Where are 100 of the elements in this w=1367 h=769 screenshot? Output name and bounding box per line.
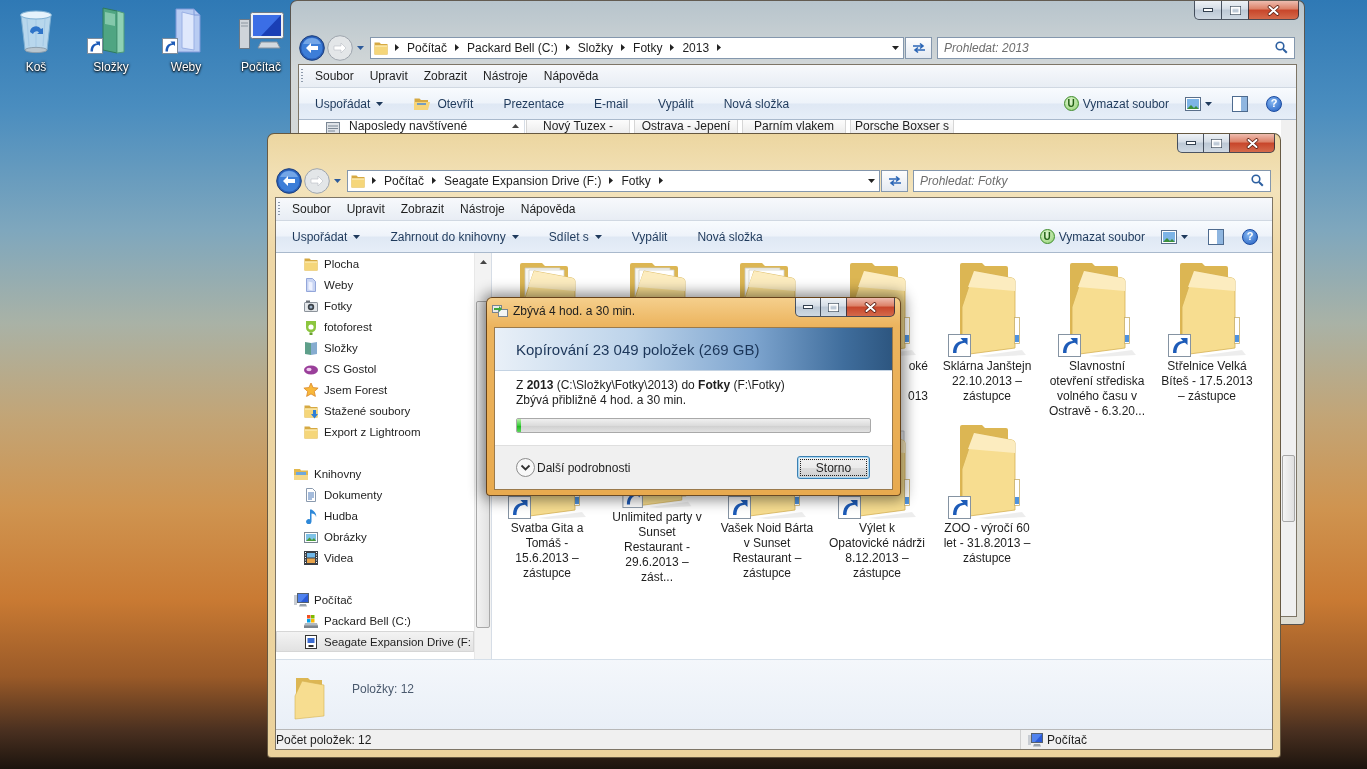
desktop-item[interactable]: Složky (82, 6, 140, 74)
menu-item[interactable]: Soubor (307, 69, 362, 83)
details-toggle[interactable]: Další podrobnosti (516, 458, 631, 477)
breadcrumb-item[interactable]: Počítač (405, 40, 450, 55)
breadcrumb-arrow-icon[interactable] (670, 44, 675, 51)
toolbar-button[interactable]: Prezentace (488, 91, 580, 116)
folder-shortcut-icon[interactable] (1058, 261, 1136, 357)
minimize-button[interactable] (1194, 1, 1221, 20)
nav-item[interactable]: Naposledy navštívené (299, 120, 507, 133)
breadcrumb-item[interactable]: Složky (575, 40, 616, 55)
split-panel-icon[interactable] (1208, 228, 1224, 245)
nav-item[interactable]: Weby (276, 274, 474, 295)
breadcrumb-item[interactable]: Packard Bell (C:) (465, 40, 560, 55)
close-button[interactable] (846, 298, 895, 317)
nav-item[interactable]: fotoforest (276, 316, 474, 337)
minimize-button[interactable] (1177, 134, 1203, 153)
scroll-up-arrow-icon[interactable] (479, 259, 487, 264)
search-field[interactable]: Prohledat: Fotky (913, 169, 1271, 192)
folder-name[interactable]: 013 (907, 389, 928, 404)
breadcrumb-item[interactable]: Seagate Expansion Drive (F:) (442, 173, 604, 188)
search-icon[interactable] (1275, 41, 1288, 54)
folder-shortcut-icon[interactable] (1168, 261, 1246, 357)
nav-item[interactable]: Jsem Forest (276, 379, 474, 400)
folder-name[interactable]: Svatba Gita a Tomáš - 15.6.2013 – zástupce (498, 521, 596, 581)
menu-item[interactable]: Upravit (338, 202, 393, 216)
breadcrumb-arrow-icon[interactable] (658, 177, 663, 184)
address-bar[interactable]: Počítač Seagate Expansion Drive (F:) Fotky (347, 169, 880, 192)
address-bar[interactable]: Počítač Packard Bell (C:) Složky Fotky 2013 (370, 36, 904, 59)
breadcrumb-arrow-icon[interactable] (455, 44, 460, 51)
folder-item[interactable]: Porsche Boxser s (850, 120, 954, 134)
folder-name[interactable]: Slavnostní otevření střediska volného času v Ostravě - 6.3.20... (1048, 359, 1146, 419)
breadcrumb-arrow-icon[interactable] (609, 177, 614, 184)
nav-item[interactable]: Fotky (276, 295, 474, 316)
maximize-button[interactable] (1203, 134, 1229, 153)
menu-item[interactable]: Upravit (361, 69, 416, 83)
folder-name[interactable]: Sklárna Janštejn 22.10.2013 – zástupce (938, 359, 1036, 404)
split-panel-icon[interactable] (1232, 95, 1248, 112)
nav-item[interactable]: Knihovny (276, 463, 474, 484)
toolbar-button[interactable]: Nová složka (708, 91, 805, 116)
folder-name[interactable]: Vašek Noid Bárta v Sunset Restaurant – zástupce (718, 521, 816, 581)
nav-item[interactable]: Seagate Expansion Drive (F: (276, 631, 474, 652)
nav-item[interactable]: Hudba (276, 505, 474, 526)
maximize-button[interactable] (1221, 1, 1248, 20)
nav-item[interactable]: Export z Lightroom (276, 421, 474, 442)
folder-item[interactable]: Parním vlakem (742, 120, 846, 134)
toolbar-button[interactable]: E-mail (579, 91, 644, 116)
toolbar-button[interactable]: Nová složka (682, 224, 778, 249)
dropdown-arrow-icon[interactable] (892, 45, 899, 50)
refresh-button[interactable] (881, 169, 908, 192)
toolbar-button[interactable]: Vypálit (616, 224, 683, 249)
toolbar-button[interactable]: Zahrnout do knihovny (375, 224, 534, 249)
menu-item[interactable]: Zobrazit (415, 69, 476, 83)
toolbar-button[interactable]: Vypálit (643, 91, 709, 116)
nav-item[interactable]: Packard Bell (C:) (276, 610, 474, 631)
breadcrumb-arrow-icon[interactable] (372, 177, 376, 184)
scrollbar-thumb[interactable] (1282, 455, 1295, 522)
desktop-item[interactable]: Weby (157, 6, 215, 74)
folder-name[interactable]: Unlimited party v Sunset Restaurant - 29.6.2013 – zást... (608, 510, 706, 585)
nav-item[interactable]: Plocha (276, 253, 474, 274)
toolbar-button[interactable]: U Vymazat soubor (1031, 224, 1153, 249)
nav-item[interactable]: Dokumenty (276, 484, 474, 505)
breadcrumb-arrow-icon[interactable] (432, 177, 437, 184)
folder-name[interactable]: ZOO - výročí 60 let - 31.8.2013 – zástupce (938, 521, 1036, 566)
breadcrumb-arrow-icon[interactable] (621, 44, 626, 51)
dropdown-arrow-icon[interactable] (868, 178, 875, 183)
nav-item[interactable]: Počítač (276, 589, 474, 610)
menu-item[interactable]: Zobrazit (392, 202, 453, 216)
search-input[interactable]: Prohledat: Fotky (914, 171, 1247, 190)
maximize-button[interactable] (820, 298, 846, 317)
breadcrumb-item[interactable]: Fotky (631, 40, 665, 55)
back-button[interactable] (299, 34, 325, 61)
scroll-up-arrow-icon[interactable] (512, 124, 519, 128)
grip-handle[interactable] (301, 69, 303, 83)
close-button[interactable] (1229, 134, 1275, 153)
search-field[interactable]: Prohledat: 2013 (937, 36, 1295, 59)
menu-item[interactable]: Nápověda (512, 202, 584, 216)
search-input[interactable]: Prohledat: 2013 (938, 38, 1271, 57)
folder-shortcut-icon[interactable] (948, 261, 1026, 357)
close-button[interactable] (1248, 1, 1299, 20)
folder-item[interactable]: Ostrava - Jepení (634, 120, 738, 134)
back-button[interactable] (276, 167, 302, 194)
desktop-item[interactable]: Počítač (232, 6, 290, 74)
grip-handle[interactable] (278, 202, 280, 216)
folder-name[interactable]: Výlet k Opatovické nádrži 8.12.2013 – zástupce (828, 521, 926, 581)
folder-name[interactable]: oké (908, 359, 928, 374)
folder-item[interactable]: Nový Tuzex - (526, 120, 630, 134)
toolbar-button[interactable]: U Vymazat soubor (1055, 91, 1177, 116)
toolbar-button[interactable]: Uspořádat (277, 224, 376, 249)
menu-item[interactable]: Nástroje (452, 202, 513, 216)
cancel-button[interactable]: Storno (797, 456, 870, 479)
folder-name[interactable]: Střelnice Velká Bíteš - 17.5.2013 – zástupce (1158, 359, 1256, 404)
nav-item[interactable]: Obrázky (276, 526, 474, 547)
minimize-button[interactable] (795, 298, 820, 317)
folder-shortcut-icon[interactable] (948, 423, 1026, 519)
nav-item[interactable]: Stažené soubory (276, 400, 474, 421)
nav-item[interactable]: Videa (276, 547, 474, 568)
search-icon[interactable] (1251, 174, 1264, 187)
breadcrumb-arrow-icon[interactable] (717, 44, 722, 51)
toolbar-button[interactable]: Otevřít (398, 91, 489, 116)
menu-item[interactable]: Nápověda (535, 69, 607, 83)
